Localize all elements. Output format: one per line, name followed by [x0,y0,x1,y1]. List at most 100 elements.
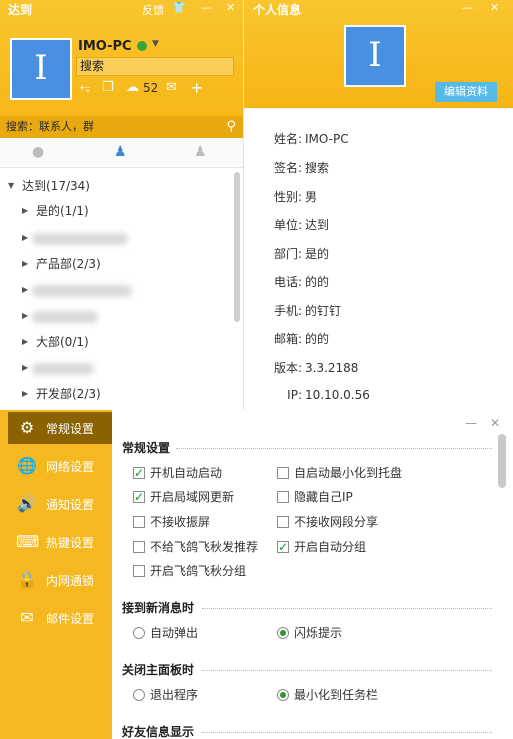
radio-unselected[interactable] [133,689,145,701]
tree-root[interactable]: ▼ 达到(17/34) [6,176,90,196]
radio-selected[interactable] [277,627,289,639]
avatar[interactable]: I [10,38,72,100]
checkbox-checked[interactable] [133,465,145,481]
close-icon[interactable]: ✕ [490,1,499,14]
field-company: 单位: 达到 [268,216,329,234]
tree-group[interactable]: ▶ 大部(0/1) [22,332,89,352]
tab-recent-chat-icon[interactable]: ● [32,144,44,160]
close-icon[interactable]: ✕ [490,416,500,430]
collapsed-arrow-icon: ▶ [22,259,29,268]
tab-groups-icon[interactable]: ♟ [194,144,207,160]
checkbox-label: 开启局域网更新 [150,490,235,504]
field-value: 10.10.0.56 [305,388,370,402]
share-icon[interactable]: ⥆ [80,80,90,95]
skin-icon[interactable]: 👕 [172,1,186,14]
checkbox-label: 隐藏自己IP [294,490,353,504]
feedback-link[interactable]: 反馈 [142,2,164,18]
checkbox-label: 开启自动分组 [294,540,367,554]
close-icon[interactable]: ✕ [226,1,235,14]
field-label: 邮箱: [273,332,302,346]
field-label: 性别: [273,190,302,204]
tree-group[interactable]: ▶ [22,228,128,248]
field-value: 搜索 [305,161,330,175]
checkbox-checked[interactable] [277,539,289,555]
field-phone: 电话: 的的 [268,273,329,291]
chevron-down-icon[interactable]: ▼ [152,39,159,49]
field-label: 签名: [273,161,302,175]
blurred-group-label [32,284,132,297]
nav-mail-settings[interactable]: ✉ 邮件设置 [8,602,112,634]
field-ip: IP: 10.10.0.56 [268,388,370,406]
search-icon[interactable]: ⚲ [226,116,236,138]
tree-group[interactable]: ▶ 产品部(2/3) [22,254,101,274]
tree-group[interactable]: ▶ [22,306,98,326]
nav-general-settings[interactable]: ⚙ 常规设置 [8,412,112,444]
search-placeholder: 搜索：联系人，群 [6,120,94,133]
tree-group[interactable]: ▶ 是的(1/1) [22,201,89,221]
field-label: 姓名: [273,132,302,146]
edit-profile-button[interactable]: 编辑资料 [435,82,497,102]
personal-info-panel: 个人信息 — ✕ I 编辑资料 姓名: IMO-PC 签名: 搜索 性别: 男 单位:… [244,0,513,410]
add-icon[interactable]: + [190,78,203,97]
field-value: 男 [305,190,318,204]
nav-label: 常规设置 [46,422,95,436]
minimize-icon[interactable]: — [201,1,212,14]
field-value: 3.3.2188 [305,361,359,375]
tree-group[interactable]: ▶ [22,358,94,378]
nav-notification-settings[interactable]: 🔊 通知设置 [8,488,112,520]
minimize-icon[interactable]: — [465,416,477,430]
field-department: 部门: 是的 [268,245,329,263]
field-label: 部门: [273,247,302,261]
globe-icon: 🌐 [17,456,37,475]
tree-group[interactable]: ▶ 开发部(2/3) [22,384,101,404]
contact-scrollbar[interactable] [234,172,240,322]
chat-window-icon[interactable]: ❐ [102,80,114,95]
checkbox-unchecked[interactable] [133,541,145,553]
checkbox-label: 自启动最小化到托盘 [294,466,403,480]
cloud-icon[interactable]: ☁ [126,80,139,95]
group-label: 是的(1/1) [36,204,89,218]
tree-group[interactable]: ▶ [22,280,132,300]
tree-root-label: 达到(17/34) [22,179,90,193]
radio-selected[interactable] [277,689,289,701]
nav-lock-settings[interactable]: 🔒 内网通锁 [8,564,112,596]
group-label: 大部(0/1) [36,335,89,349]
nav-label: 热键设置 [46,536,95,550]
field-value: 是的 [305,247,330,261]
checkbox-label: 不接收振屏 [150,515,211,529]
field-value: 的的 [305,332,330,346]
checkbox-unchecked[interactable] [277,516,289,528]
tab-contacts-icon[interactable]: ♟ [114,144,127,160]
signature-input[interactable]: 搜索 [76,57,234,76]
settings-scrollbar[interactable] [498,434,506,488]
minimize-icon[interactable]: — [462,1,473,14]
checkbox-unchecked[interactable] [133,565,145,577]
contact-search-bar[interactable]: 搜索：联系人，群 ⚲ [0,116,243,138]
field-value: IMO-PC [305,132,349,146]
nav-hotkey-settings[interactable]: ⌨ 热键设置 [8,526,112,558]
checkbox-unchecked[interactable] [133,516,145,528]
mail-icon[interactable]: ✉ [166,80,177,95]
expanded-arrow-icon: ▼ [8,181,15,190]
checkbox-unchecked[interactable] [277,491,289,503]
field-label: IP: [287,388,302,402]
field-label: 版本: [273,361,302,375]
radio-unselected[interactable] [133,627,145,639]
field-version: 版本: 3.3.2188 [268,359,358,377]
field-gender: 性别: 男 [268,188,317,206]
group-label: 产品部(2/3) [36,257,101,271]
collapsed-arrow-icon: ▶ [22,285,29,294]
collapsed-arrow-icon: ▶ [22,389,29,398]
section-title: 常规设置 [122,441,171,455]
radio-label: 闪烁提示 [294,626,343,640]
checkbox-checked[interactable] [133,489,145,505]
nav-label: 网络设置 [46,460,95,474]
field-value: 达到 [305,218,330,232]
group-label: 开发部(2/3) [36,387,101,401]
checkbox-unchecked[interactable] [277,467,289,479]
online-status-icon[interactable] [137,41,147,51]
field-mobile: 手机: 的钉钉 [268,302,341,320]
section-divider [202,732,492,733]
nav-network-settings[interactable]: 🌐 网络设置 [8,450,112,482]
nav-label: 内网通锁 [46,574,95,588]
